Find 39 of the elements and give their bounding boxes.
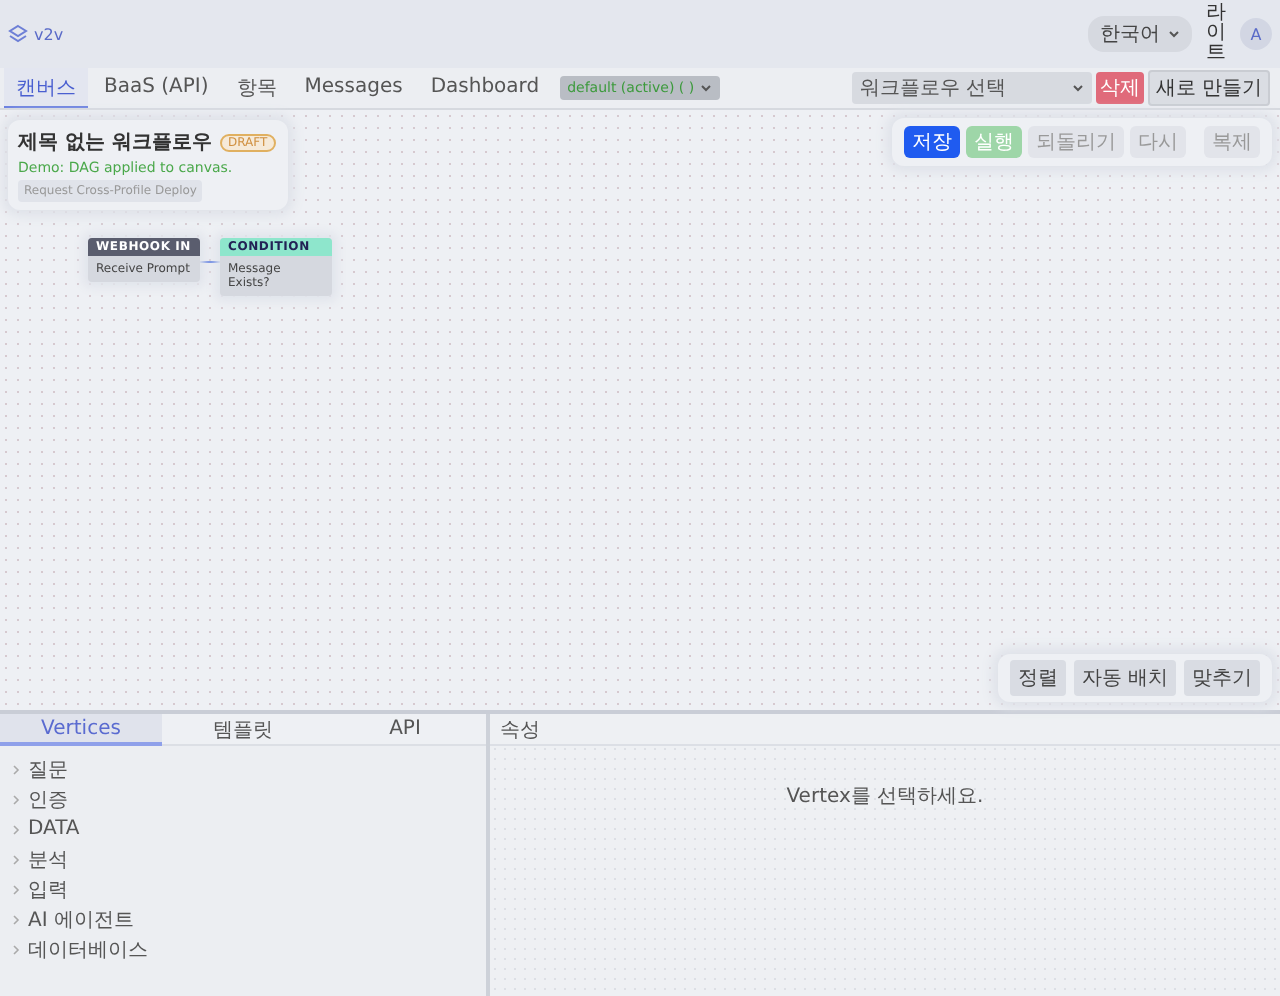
app-name: v2v	[34, 25, 64, 43]
category-item[interactable]: 분석	[0, 844, 80, 874]
language-select[interactable]: 한국어	[1088, 16, 1192, 52]
caret-icon	[1071, 84, 1084, 92]
category-item[interactable]: 입력	[0, 874, 80, 904]
workflow-select[interactable]: 워크플로우 선택	[851, 72, 1092, 104]
chevron-icon	[12, 763, 20, 775]
chevron-icon	[12, 913, 20, 925]
canvas-control-button[interactable]: 자동 배치	[1073, 660, 1176, 696]
chevron-icon	[12, 883, 20, 895]
canvas-control-button[interactable]: 맞추기	[1184, 660, 1260, 696]
new-button[interactable]: 새로 만들기	[1147, 70, 1270, 106]
panel-tab[interactable]: Vertices	[0, 714, 162, 746]
chevron-icon	[12, 793, 20, 805]
chevron-icon	[12, 823, 20, 835]
theme-toggle[interactable]: 라이트	[1204, 4, 1228, 64]
logo-icon	[8, 24, 28, 44]
toolbar-button[interactable]: 저장	[904, 126, 960, 158]
nav-tab[interactable]: Messages	[292, 68, 415, 108]
nav-tab[interactable]: 캔버스	[4, 68, 88, 108]
delete-button[interactable]: 삭제	[1095, 72, 1144, 104]
category-item[interactable]: 데이터베이스	[0, 934, 160, 964]
caret-icon	[1168, 30, 1180, 38]
nav-tab[interactable]: 항목	[224, 68, 289, 108]
panel-title: 속성	[500, 717, 540, 743]
empty-message: Vertex를 선택하세요.	[786, 784, 984, 810]
chevron-icon	[12, 853, 20, 865]
category-item[interactable]: DATA	[0, 814, 92, 844]
category-item[interactable]: 인증	[0, 784, 80, 814]
nav-tab[interactable]: BaaS (API)	[92, 68, 221, 108]
category-item[interactable]: 질문	[0, 754, 80, 784]
panel-tab[interactable]: API	[324, 714, 486, 746]
nav-tab[interactable]: Dashboard	[418, 68, 552, 108]
chevron-icon	[12, 943, 20, 955]
avatar[interactable]: A	[1240, 18, 1272, 50]
canvas-control-button[interactable]: 정렬	[1009, 660, 1066, 696]
caret-icon	[700, 84, 713, 92]
workflow-title: 제목 없는 워크플로우	[18, 130, 212, 156]
category-item[interactable]: AI 에이전트	[0, 904, 146, 934]
